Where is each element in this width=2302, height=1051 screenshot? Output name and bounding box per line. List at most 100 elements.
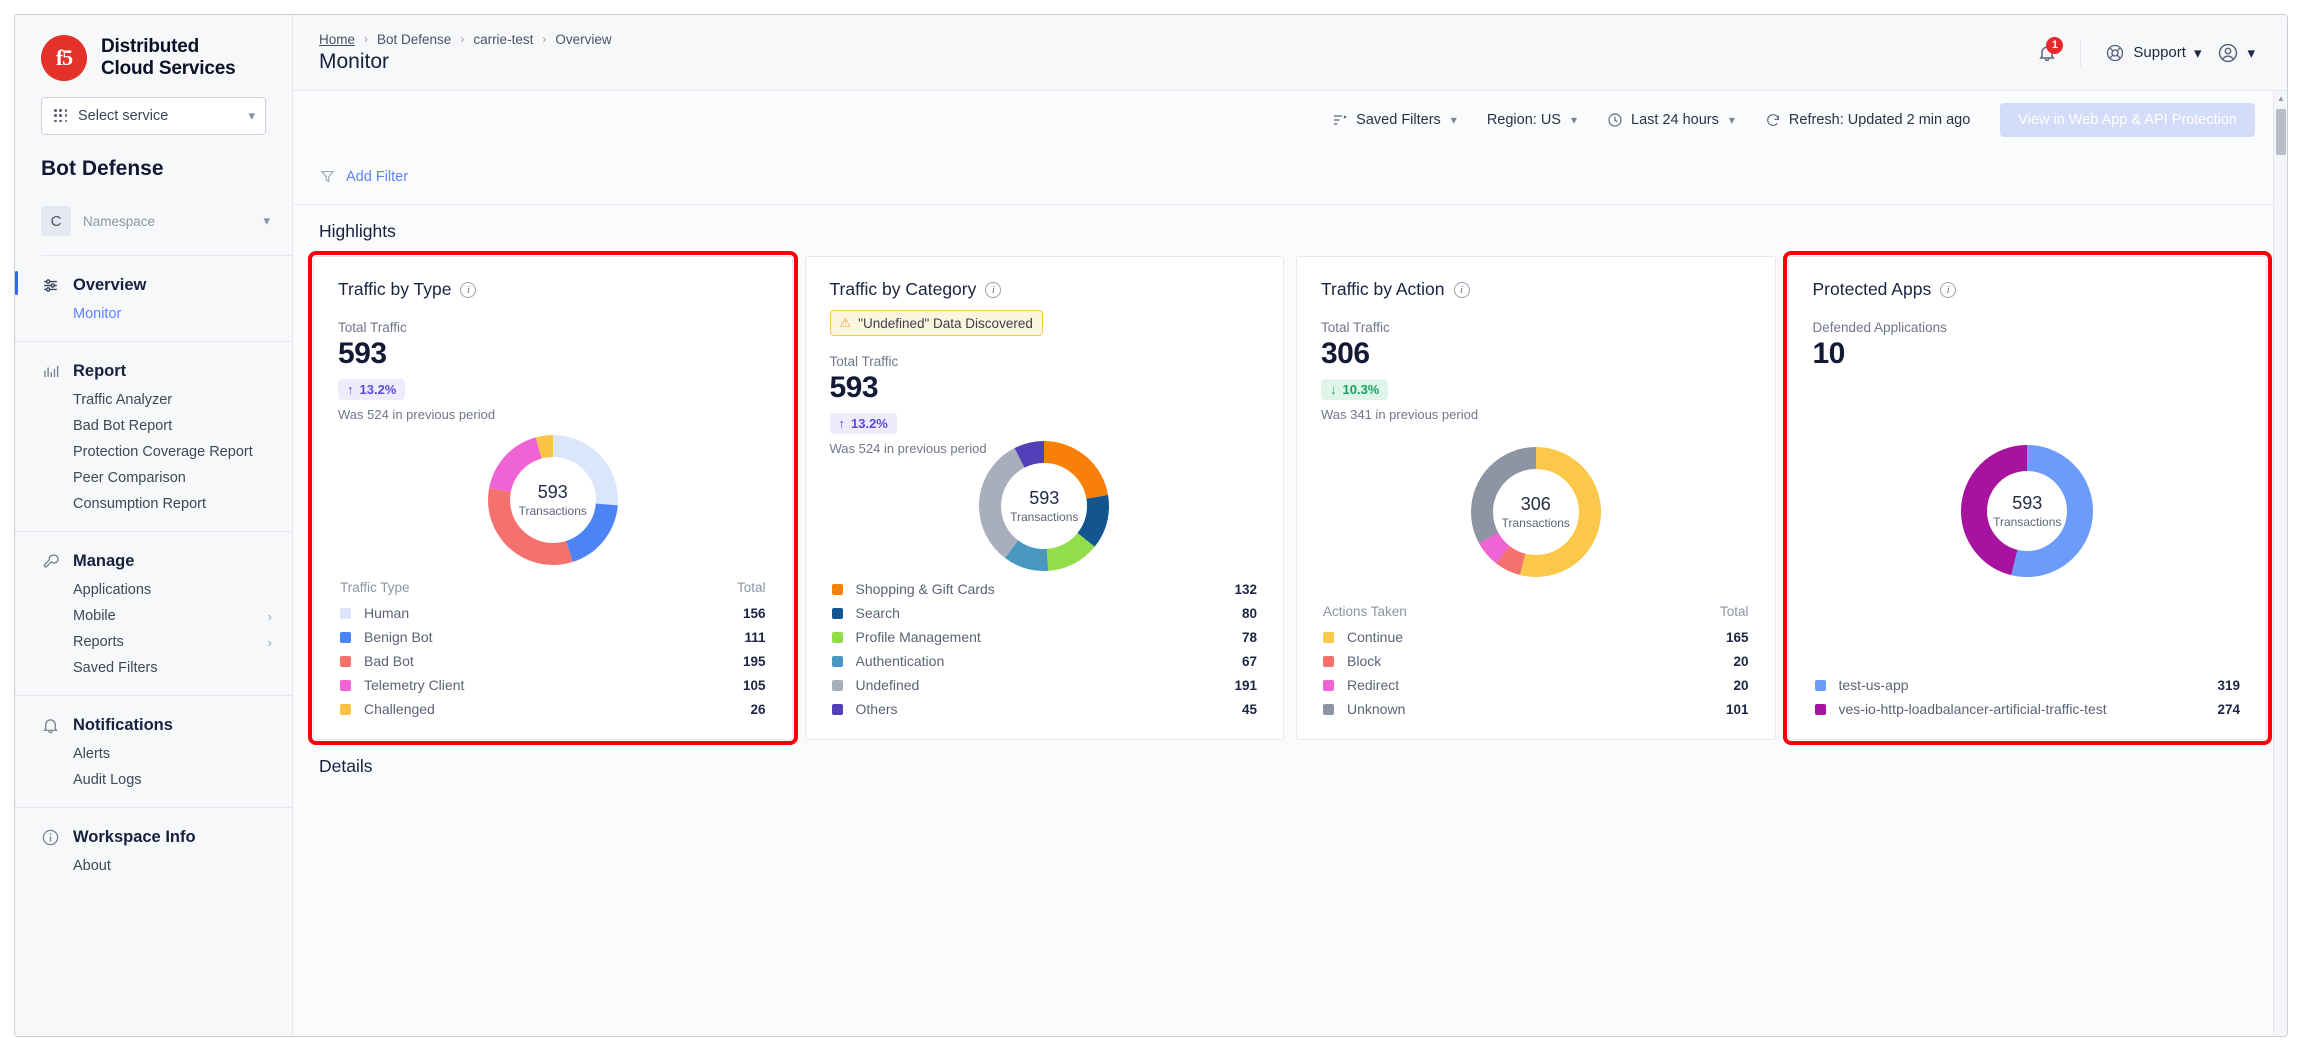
info-icon[interactable]: i <box>1454 282 1470 298</box>
legend-color-swatch <box>340 632 351 643</box>
namespace-selector[interactable]: C Namespace ▾ <box>15 199 292 243</box>
card-title-text: Traffic by Action <box>1321 279 1445 300</box>
legend-color-swatch <box>832 656 843 667</box>
details-heading: Details <box>293 740 2287 777</box>
donut-chart-container: 306Transactions <box>1321 422 1751 600</box>
metric-label: Total Traffic <box>338 320 768 335</box>
scrollbar-thumb[interactable] <box>2276 109 2286 155</box>
time-range-dropdown[interactable]: Last 24 hours ▾ <box>1607 112 1735 128</box>
info-icon[interactable]: i <box>985 282 1001 298</box>
card-traffic-by-action: Traffic by ActioniTotal Traffic306↓10.3%… <box>1296 256 1776 740</box>
sidebar-group-label: Workspace Info <box>73 828 196 847</box>
sidebar-item-alerts[interactable]: Alerts <box>41 741 292 767</box>
product-title: Bot Defense <box>15 157 292 199</box>
region-dropdown[interactable]: Region: US ▾ <box>1487 112 1577 128</box>
legend-item[interactable]: Human156 <box>338 601 768 625</box>
legend-item[interactable]: Shopping & Gift Cards132 <box>830 577 1260 601</box>
sidebar-item-notifications[interactable]: Notifications <box>41 710 292 741</box>
chevron-down-icon: ▾ <box>1571 113 1577 127</box>
legend-color-swatch <box>832 704 843 715</box>
sidebar-item-manage[interactable]: Manage <box>41 546 292 577</box>
legend-item-value: 156 <box>743 606 766 621</box>
legend-item[interactable]: test-us-app319 <box>1813 673 2243 697</box>
donut-chart[interactable]: 306Transactions <box>1471 447 1601 577</box>
legend-item[interactable]: Authentication67 <box>830 649 1260 673</box>
user-circle-icon <box>2217 42 2239 64</box>
sidebar-item-peer-comparison[interactable]: Peer Comparison <box>41 465 292 491</box>
legend-item-value: 80 <box>1242 606 1257 621</box>
legend-item-label: Others <box>856 701 1242 717</box>
legend-item-label: ves-io-http-loadbalancer-artificial-traf… <box>1839 701 2218 717</box>
legend-item[interactable]: Benign Bot111 <box>338 625 768 649</box>
legend-item-value: 274 <box>2217 702 2240 717</box>
saved-filters-dropdown[interactable]: Saved Filters ▾ <box>1332 112 1457 128</box>
select-service-dropdown[interactable]: Select service ▾ <box>41 97 266 135</box>
sidebar-item-mobile[interactable]: Mobile› <box>41 603 292 629</box>
select-service-label: Select service <box>78 108 168 124</box>
legend-item[interactable]: Block20 <box>1321 649 1751 673</box>
legend-item[interactable]: Undefined191 <box>830 673 1260 697</box>
card-traffic-by-type: Traffic by TypeiTotal Traffic593↑13.2%Wa… <box>313 256 793 740</box>
breadcrumb-item-home[interactable]: Home <box>319 32 355 47</box>
sidebar-group-overview: OverviewMonitor <box>15 256 292 341</box>
view-in-waap-button[interactable]: View in Web App & API Protection <box>2000 103 2255 137</box>
info-icon[interactable]: i <box>460 282 476 298</box>
sidebar-item-protection-coverage-report[interactable]: Protection Coverage Report <box>41 439 292 465</box>
info-icon[interactable]: i <box>1940 282 1956 298</box>
sidebar-item-bad-bot-report[interactable]: Bad Bot Report <box>41 413 292 439</box>
legend-item[interactable]: ves-io-http-loadbalancer-artificial-traf… <box>1813 697 2243 721</box>
sidebar-item-label: Saved Filters <box>73 660 158 676</box>
sidebar-item-about[interactable]: About <box>41 853 292 879</box>
previous-period-note: Was 341 in previous period <box>1321 407 1751 422</box>
sidebar-item-label: Applications <box>73 582 151 598</box>
filter-list-icon <box>1332 112 1348 128</box>
breadcrumb-item-carrie-test[interactable]: carrie-test <box>473 32 533 47</box>
delta-badge: ↓10.3% <box>1321 379 1388 400</box>
legend-item[interactable]: Challenged26 <box>338 697 768 721</box>
sidebar-item-audit-logs[interactable]: Audit Logs <box>41 767 292 793</box>
chart-legend: Shopping & Gift Cards132Search80Profile … <box>830 555 1260 721</box>
sidebar-item-reports[interactable]: Reports› <box>41 629 292 655</box>
metric-value: 593 <box>830 371 1260 405</box>
legend-item-label: Unknown <box>1347 701 1726 717</box>
sidebar-item-traffic-analyzer[interactable]: Traffic Analyzer <box>41 387 292 413</box>
undefined-data-warning-badge[interactable]: ⚠"Undefined" Data Discovered <box>830 310 1043 336</box>
notifications-button[interactable]: 1 <box>2030 36 2064 70</box>
sidebar-item-consumption-report[interactable]: Consumption Report <box>41 491 292 517</box>
sidebar-item-saved-filters[interactable]: Saved Filters <box>41 655 292 681</box>
legend-item[interactable]: Search80 <box>830 601 1260 625</box>
scroll-up-arrow[interactable]: ▲ <box>2274 91 2288 105</box>
breadcrumb-item-bot-defense[interactable]: Bot Defense <box>377 32 451 47</box>
add-filter-button[interactable]: Add Filter <box>346 169 408 185</box>
main-scrollbar[interactable]: ▲ <box>2273 91 2287 1036</box>
header-actions: 1 Support ▾ ▾ <box>2030 36 2263 70</box>
legend-item[interactable]: Telemetry Client105 <box>338 673 768 697</box>
legend-item-value: 101 <box>1726 702 1749 717</box>
legend-item[interactable]: Redirect20 <box>1321 673 1751 697</box>
refresh-status[interactable]: Refresh: Updated 2 min ago <box>1765 112 1970 128</box>
legend-item[interactable]: Unknown101 <box>1321 697 1751 721</box>
card-title: Traffic by Action i <box>1321 279 1751 300</box>
support-menu[interactable]: Support ▾ <box>2097 37 2209 69</box>
breadcrumb-block: Home›Bot Defense›carrie-test›Overview Mo… <box>319 32 612 74</box>
legend-header: Traffic TypeTotal <box>338 578 768 601</box>
account-menu[interactable]: ▾ <box>2209 36 2263 70</box>
donut-chart[interactable]: 593Transactions <box>488 435 618 565</box>
donut-chart[interactable]: 593Transactions <box>1961 445 2093 577</box>
sidebar: f5 Distributed Cloud Services Select ser… <box>15 15 293 1036</box>
legend-item[interactable]: Profile Management78 <box>830 625 1260 649</box>
sidebar-item-report[interactable]: Report <box>41 356 292 387</box>
sidebar-item-workspace-info[interactable]: Workspace Info <box>41 822 292 853</box>
legend-item[interactable]: Bad Bot195 <box>338 649 768 673</box>
sidebar-item-overview[interactable]: Overview <box>41 270 292 301</box>
chevron-down-icon: ▾ <box>2247 44 2255 62</box>
metric-value: 306 <box>1321 337 1751 371</box>
breadcrumb: Home›Bot Defense›carrie-test›Overview <box>319 32 612 47</box>
donut-chart[interactable]: 593Transactions <box>979 441 1109 571</box>
legend-color-swatch <box>1323 632 1334 643</box>
sidebar-item-monitor[interactable]: Monitor <box>41 301 292 327</box>
legend-item-value: 165 <box>1726 630 1749 645</box>
legend-item[interactable]: Others45 <box>830 697 1260 721</box>
legend-item[interactable]: Continue165 <box>1321 625 1751 649</box>
sidebar-item-applications[interactable]: Applications <box>41 577 292 603</box>
